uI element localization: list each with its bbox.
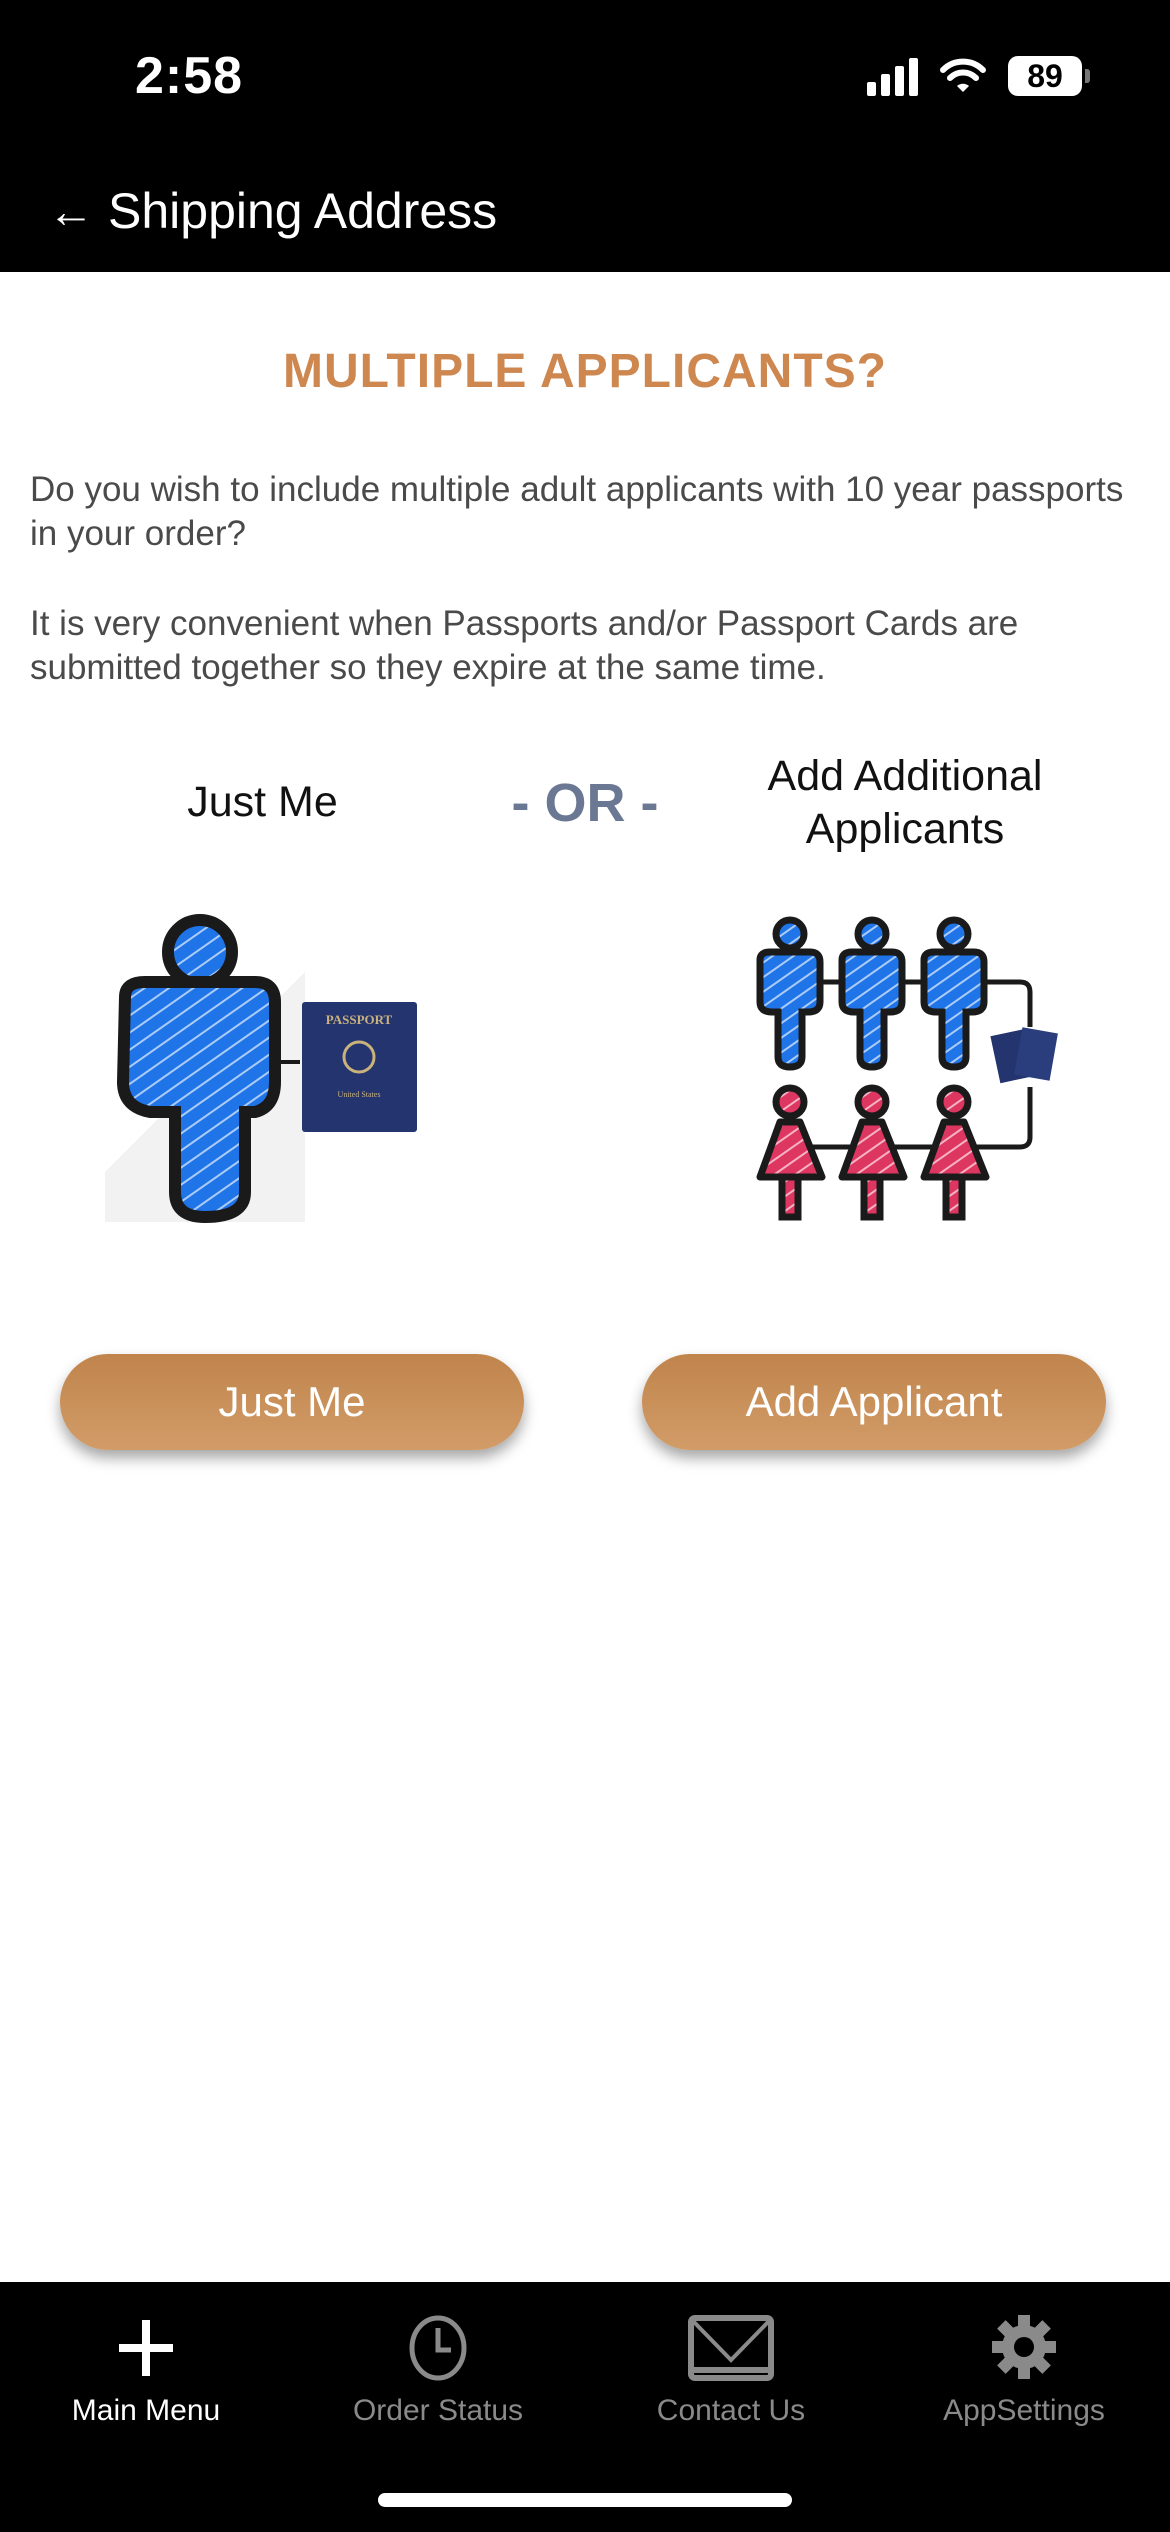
tab-app-settings[interactable]: AppSettings bbox=[878, 2282, 1170, 2432]
status-icons: 89 bbox=[867, 56, 1090, 96]
option-label-add-applicants: Add Additional Applicants bbox=[767, 752, 1043, 853]
tab-contact-us[interactable]: Contact Us bbox=[585, 2282, 877, 2432]
single-applicant-illustration: PASSPORT United States bbox=[105, 914, 417, 1224]
tab-label: Main Menu bbox=[71, 2394, 221, 2427]
svg-text:PASSPORT: PASSPORT bbox=[326, 1012, 393, 1027]
option-label-just-me: Just Me bbox=[187, 778, 338, 826]
tab-main-menu[interactable]: Main Menu bbox=[0, 2282, 292, 2432]
home-indicator[interactable] bbox=[378, 2493, 792, 2507]
tab-label: Contact Us bbox=[656, 2394, 806, 2427]
arrow-left-icon: ← bbox=[48, 185, 94, 237]
passports-icon bbox=[990, 1027, 1058, 1084]
nav-title: Shipping Address bbox=[108, 183, 498, 239]
female-applicants bbox=[756, 1084, 990, 1221]
battery-level: 89 bbox=[1008, 56, 1082, 96]
or-divider-label: - OR - bbox=[511, 773, 659, 833]
cellular-signal-icon bbox=[867, 56, 918, 96]
battery-icon: 89 bbox=[1008, 56, 1090, 96]
tab-order-status[interactable]: Order Status bbox=[292, 2282, 584, 2432]
passport-icon: PASSPORT United States bbox=[302, 1002, 417, 1132]
tab-label: Order Status bbox=[352, 2394, 524, 2427]
add-applicant-button[interactable]: Add Applicant bbox=[642, 1354, 1106, 1450]
mail-icon bbox=[688, 2315, 774, 2381]
tab-label: AppSettings bbox=[943, 2394, 1105, 2427]
svg-text:United States: United States bbox=[338, 1090, 381, 1099]
status-time: 2:58 bbox=[135, 47, 244, 105]
plus-icon bbox=[119, 2320, 173, 2376]
just-me-button[interactable]: Just Me bbox=[60, 1354, 524, 1450]
clock-icon bbox=[409, 2315, 467, 2381]
multiple-applicants-illustration bbox=[756, 916, 1058, 1221]
wifi-icon bbox=[940, 58, 986, 92]
back-button[interactable]: ← Shipping Address bbox=[48, 182, 497, 240]
male-applicants bbox=[756, 916, 988, 1071]
navigation-bar: ← Shipping Address bbox=[0, 150, 1170, 272]
description-paragraph-1: Do you wish to include multiple adult ap… bbox=[30, 470, 1124, 553]
page-title: MULTIPLE APPLICANTS? bbox=[283, 345, 887, 398]
status-bar: 2:58 89 bbox=[0, 0, 1170, 150]
gear-icon bbox=[992, 2315, 1056, 2379]
description-paragraph-2: It is very convenient when Passports and… bbox=[30, 604, 1019, 687]
